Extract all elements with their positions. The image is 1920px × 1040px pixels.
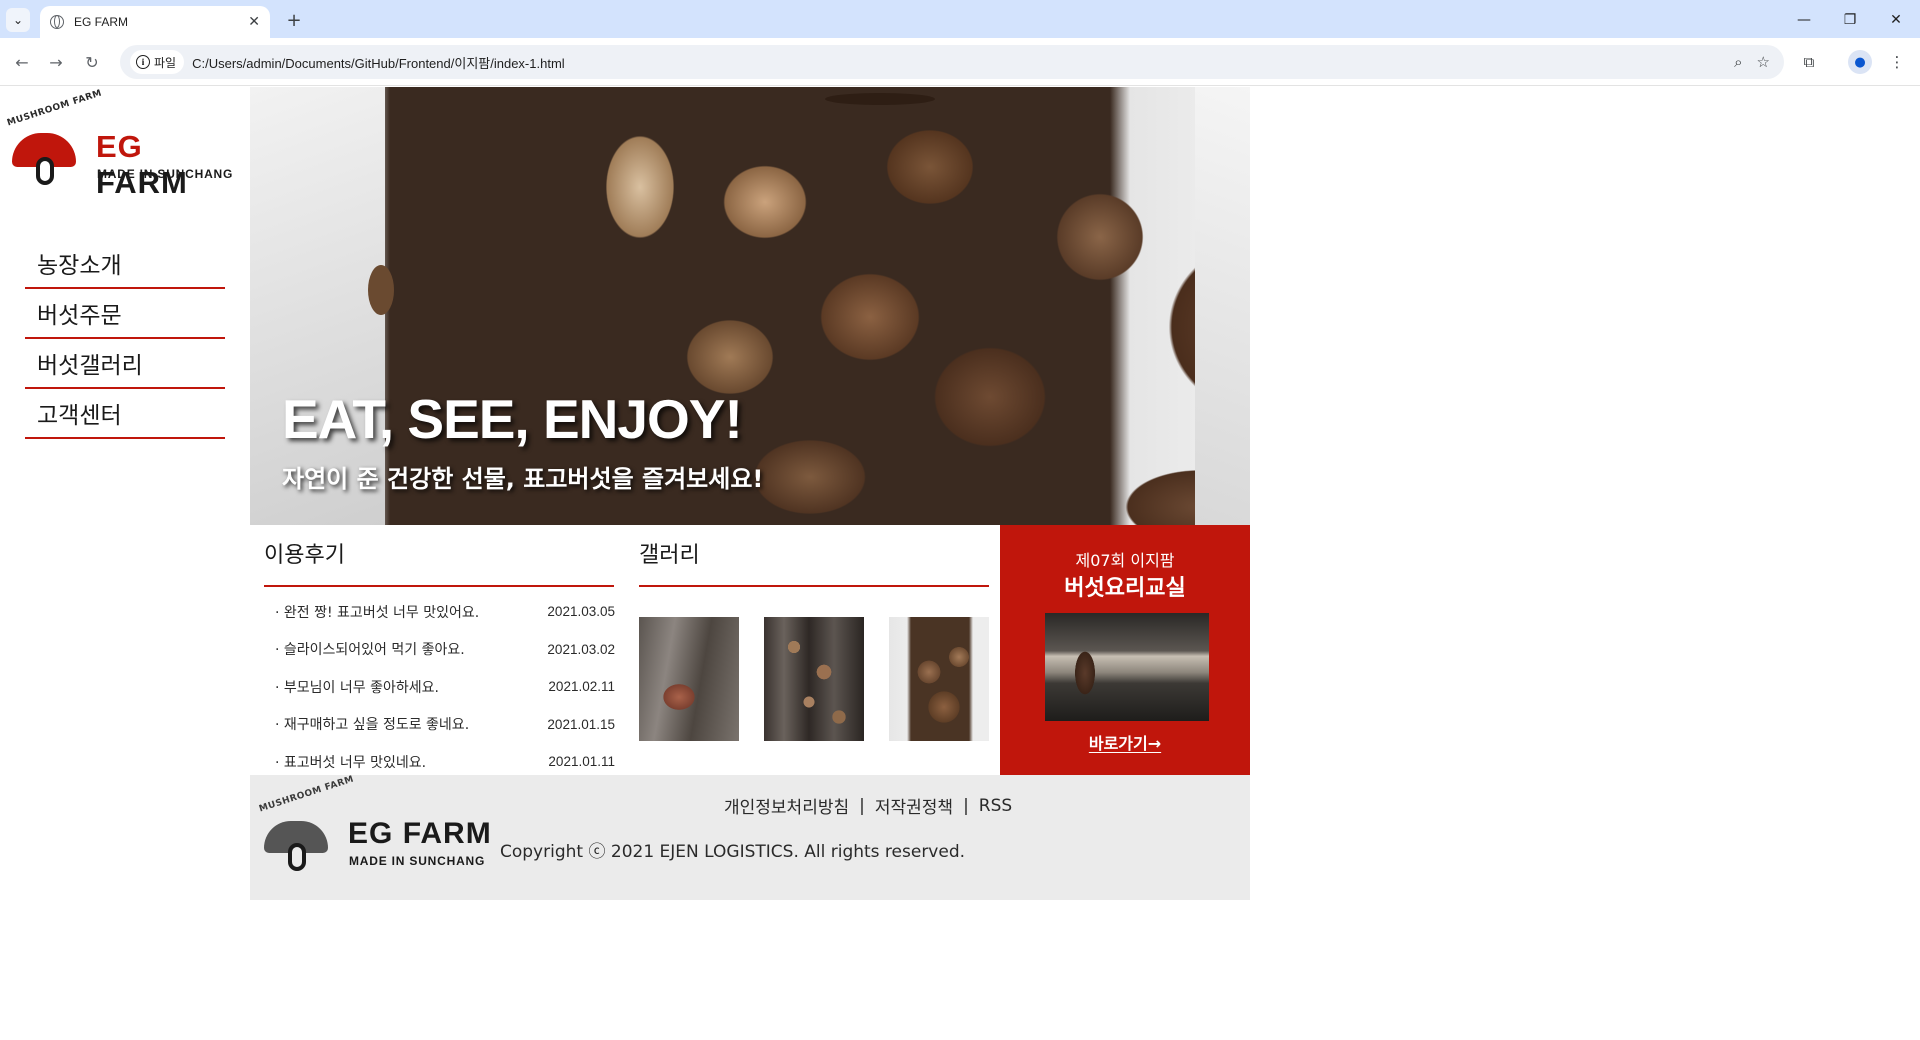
minimize-icon[interactable]: — xyxy=(1792,8,1816,32)
extensions-puzzle-icon[interactable]: ⧉ xyxy=(1797,50,1821,74)
tab-search-chevron-icon[interactable]: ⌄ xyxy=(6,8,30,32)
rss-link[interactable]: RSS xyxy=(979,796,1012,816)
mushroom-stem-icon xyxy=(36,157,54,185)
hero-box-hole xyxy=(368,265,394,315)
promo-kitchen-image xyxy=(1045,613,1209,721)
menu-item-mushroom-gallery[interactable]: 버섯갤러리 xyxy=(25,339,225,389)
footer-logo-subtitle: MADE IN SUNCHANG xyxy=(349,854,486,868)
copyright-text: Copyright ⓒ 2021 EJEN LOGISTICS. All rig… xyxy=(500,842,966,862)
browser-tab-strip: ⌄ EG FARM ✕ + — ❐ ✕ xyxy=(0,0,1920,38)
footer: MUSHROOM FARM EG FARM MADE IN SUNCHANG 개… xyxy=(250,774,1250,900)
menu-item-customer-center[interactable]: 고객센터 xyxy=(25,389,225,439)
footer-logo: MUSHROOM FARM EG FARM MADE IN SUNCHANG xyxy=(258,774,494,873)
address-bar[interactable]: i 파일 C:/Users/admin/Documents/GitHub/Fro… xyxy=(120,45,1784,79)
review-date: 2021.03.05 xyxy=(547,604,615,620)
privacy-policy-link[interactable]: 개인정보처리방침 xyxy=(724,793,849,818)
promo-edition: 제07회 이지팜 xyxy=(1075,551,1175,570)
reviews-title: 이용후기 xyxy=(264,543,345,568)
footer-separator: | xyxy=(859,795,865,816)
hero-title: EAT, SEE, ENJOY! xyxy=(282,388,743,450)
gallery-thumbnail-2[interactable] xyxy=(764,617,864,741)
hero-box-slot xyxy=(825,93,935,105)
footer-logo-ring-text: MUSHROOM FARM xyxy=(258,774,356,815)
review-item[interactable]: · 슬라이스되어있어 먹기 좋아요. 2021.03.02 xyxy=(275,631,615,669)
review-text[interactable]: · 부모님이 너무 좋아하세요. xyxy=(275,677,439,697)
footer-mushroom-stem-icon xyxy=(288,843,306,871)
gallery-section: 갤러리 xyxy=(625,525,1000,775)
gallery-divider xyxy=(639,585,989,587)
window-close-icon[interactable]: ✕ xyxy=(1884,8,1908,32)
review-date: 2021.03.02 xyxy=(547,641,615,657)
footer-links: 개인정보처리방침 | 저작권정책 | RSS xyxy=(724,793,1012,819)
reload-icon[interactable]: ↻ xyxy=(80,50,104,74)
forward-arrow-icon[interactable]: → xyxy=(44,50,68,74)
reviews-section: 이용후기 · 완전 짱! 표고버섯 너무 맛있어요. 2021.03.05 · 슬… xyxy=(250,525,625,775)
review-date: 2021.01.15 xyxy=(547,716,615,732)
globe-icon xyxy=(50,15,64,29)
logo-ring-text: MUSHROOM FARM xyxy=(6,88,104,129)
copyright-policy-link[interactable]: 저작권정책 xyxy=(875,793,953,818)
review-date: 2021.01.11 xyxy=(548,754,615,770)
close-tab-icon[interactable]: ✕ xyxy=(248,14,260,30)
sidebar: MUSHROOM FARM EG FARM MADE IN SUNCHANG 농… xyxy=(0,87,250,547)
review-item[interactable]: · 재구매하고 싶을 정도로 좋네요. 2021.01.15 xyxy=(275,706,615,744)
page-viewport: MUSHROOM FARM EG FARM MADE IN SUNCHANG 농… xyxy=(0,87,1920,1040)
reviews-divider xyxy=(264,585,614,587)
menu-item-mushroom-order[interactable]: 버섯주문 xyxy=(25,289,225,339)
promo-title: 버섯요리교실 xyxy=(1064,576,1186,601)
review-text[interactable]: · 표고버섯 너무 맛있네요. xyxy=(275,752,426,772)
review-text[interactable]: · 슬라이스되어있어 먹기 좋아요. xyxy=(275,639,465,659)
new-tab-plus-icon[interactable]: + xyxy=(282,8,306,32)
restore-icon[interactable]: ❐ xyxy=(1838,8,1862,32)
gallery-thumbnail-1[interactable] xyxy=(639,617,739,741)
back-arrow-icon[interactable]: ← xyxy=(10,50,34,74)
url-text[interactable]: C:/Users/admin/Documents/GitHub/Frontend… xyxy=(192,53,1734,72)
browser-toolbar: ← → ↻ i 파일 C:/Users/admin/Documents/GitH… xyxy=(0,38,1920,86)
review-list: · 완전 짱! 표고버섯 너무 맛있어요. 2021.03.05 · 슬라이스되어… xyxy=(275,593,615,781)
main-menu: 농장소개 버섯주문 버섯갤러리 고객센터 xyxy=(25,239,225,439)
menu-item-farm-intro[interactable]: 농장소개 xyxy=(25,239,225,289)
footer-logo-brand: EG FARM xyxy=(348,817,492,850)
logo-subtitle: MADE IN SUNCHANG xyxy=(97,167,234,181)
gallery-thumbnails xyxy=(639,617,989,741)
review-text[interactable]: · 완전 짱! 표고버섯 너무 맛있어요. xyxy=(275,602,479,622)
bookmark-star-icon[interactable]: ☆ xyxy=(1757,53,1770,71)
review-item[interactable]: · 완전 짱! 표고버섯 너무 맛있어요. 2021.03.05 xyxy=(275,593,615,631)
review-date: 2021.02.11 xyxy=(548,679,615,695)
tab-title: EG FARM xyxy=(74,15,129,29)
cooking-class-promo: 제07회 이지팜 버섯요리교실 바로가기→ xyxy=(1000,525,1250,775)
review-text[interactable]: · 재구매하고 싶을 정도로 좋네요. xyxy=(275,714,469,734)
review-item[interactable]: · 부모님이 너무 좋아하세요. 2021.02.11 xyxy=(275,668,615,706)
info-icon: i xyxy=(136,55,150,69)
browser-tab[interactable]: EG FARM ✕ xyxy=(40,6,270,38)
site-logo[interactable]: MUSHROOM FARM EG FARM MADE IN SUNCHANG xyxy=(6,88,242,200)
zoom-icon[interactable]: ⌕ xyxy=(1734,53,1742,71)
footer-separator: | xyxy=(963,795,969,816)
hero-banner: EAT, SEE, ENJOY! 자연이 준 건강한 선물, 표고버섯을 즐겨보… xyxy=(250,87,1250,525)
more-menu-icon[interactable]: ⋮ xyxy=(1885,50,1909,74)
promo-go-link[interactable]: 바로가기→ xyxy=(1000,730,1250,754)
gallery-title: 갤러리 xyxy=(639,543,700,568)
hero-box-wall-right xyxy=(1195,87,1250,525)
site-info-chip[interactable]: i 파일 xyxy=(130,50,185,74)
gallery-thumbnail-3[interactable] xyxy=(889,617,989,741)
hero-subtitle: 자연이 준 건강한 선물, 표고버섯을 즐겨보세요! xyxy=(282,465,764,493)
logo-brand: EG FARM xyxy=(96,129,188,200)
profile-avatar-icon[interactable]: ● xyxy=(1848,50,1872,74)
site-info-label: 파일 xyxy=(154,55,177,70)
